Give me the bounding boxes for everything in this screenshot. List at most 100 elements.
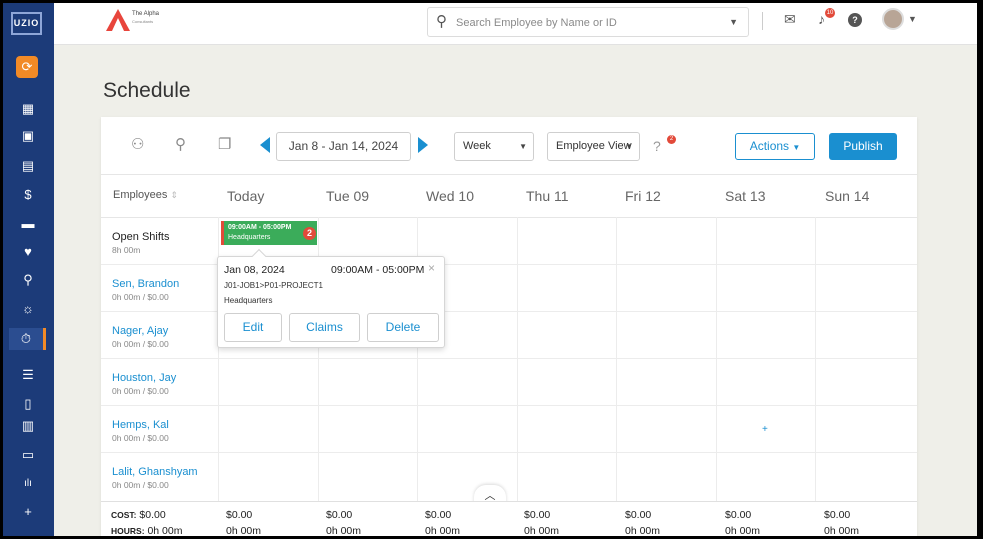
previous-week-arrow-icon[interactable]	[260, 137, 270, 153]
date-range-picker[interactable]: Jan 8 - Jan 14, 2024	[276, 132, 411, 161]
avatar[interactable]	[882, 8, 904, 30]
day-hours: 0h 00m	[824, 525, 860, 536]
wallet-icon[interactable]: ▬	[17, 213, 39, 235]
day-cost: $0.00	[625, 509, 652, 521]
heart-icon[interactable]: ♥	[17, 241, 39, 263]
popover-job: J01-JOB1>P01-PROJECT1	[224, 281, 323, 290]
grid-header: Employees ⇕ Today Tue 09 Wed 10 Thu 11 F…	[101, 174, 917, 218]
timer-icon[interactable]: ⏱	[9, 328, 46, 350]
chevron-down-icon: ▼	[519, 142, 527, 151]
open-shifts-label: Open Shifts	[112, 231, 170, 243]
employee-link[interactable]: Sen, Brandon	[112, 278, 179, 290]
divider	[762, 12, 763, 30]
employees-column-header[interactable]: Employees ⇕	[113, 189, 178, 201]
next-week-arrow-icon[interactable]	[418, 137, 428, 153]
day-header-today: Today	[227, 188, 265, 204]
add-shift-button[interactable]: +	[762, 424, 768, 435]
view-select[interactable]: Employee View ▼	[547, 132, 640, 161]
day-hours: 0h 00m	[725, 525, 761, 536]
schedule-card: ⚇ ⚲ ❐ Jan 8 - Jan 14, 2024 Week ▼ Employ…	[101, 117, 917, 536]
briefcase-icon[interactable]: ▭	[17, 444, 39, 466]
shift-popover: Jan 08, 2024 09:00AM - 05:00PM × J01-JOB…	[217, 248, 445, 348]
day-hours: 0h 00m	[326, 525, 362, 536]
contacts-icon[interactable]: ▥	[17, 415, 39, 437]
row-summary: 0h 00m / $0.00	[112, 292, 169, 302]
shift-count-badge: 2	[303, 227, 316, 240]
sidebar: UZIO ⟳ ▦ ▣ ▤ $ ▬ ♥ ⚲ ☼ ⏱ ☰ ▯ ▥ ▭ ılı +	[3, 3, 54, 536]
total-hours: HOURS: 0h 00m	[111, 525, 183, 536]
row-summary: 0h 00m / $0.00	[112, 433, 169, 443]
chevron-down-icon: ▼	[625, 142, 633, 151]
day-hours: 0h 00m	[625, 525, 661, 536]
table-row: Hemps, Kal 0h 00m / $0.00	[101, 406, 917, 453]
document-icon[interactable]: ▯	[17, 393, 39, 415]
employee-search[interactable]: ⚲ ▼	[427, 7, 749, 37]
bell-icon[interactable]: ♪	[818, 11, 825, 27]
publish-button[interactable]: Publish	[829, 133, 897, 160]
search-input[interactable]	[456, 14, 716, 32]
notification-count-badge: 10	[825, 8, 835, 18]
actions-button[interactable]: Actions ▼	[735, 133, 815, 160]
popover-location: Headquarters	[224, 296, 273, 305]
chevron-down-icon[interactable]: ▼	[908, 14, 917, 24]
employee-link[interactable]: Lalit, Ghanshyam	[112, 466, 198, 478]
row-summary: 0h 00m / $0.00	[112, 386, 169, 396]
employee-link[interactable]: Houston, Jay	[112, 372, 176, 384]
period-select-value: Week	[463, 140, 491, 152]
close-icon[interactable]: ×	[428, 261, 435, 275]
company-logo[interactable]: The Alpha Consultants	[106, 9, 166, 37]
brand-subtitle: Consultants	[132, 19, 154, 24]
payroll-dollar-icon[interactable]: $	[17, 184, 39, 206]
day-cost: $0.00	[425, 509, 452, 521]
messages-icon[interactable]: ?	[653, 138, 661, 154]
top-bar: The Alpha Consultants ⚲ ▼ ✉ ♪ 10 ? ▼	[54, 3, 977, 45]
day-header-sun: Sun 14	[825, 188, 870, 204]
day-header-wed: Wed 10	[426, 188, 474, 204]
day-header-sat: Sat 13	[725, 188, 766, 204]
page-title: Schedule	[103, 79, 191, 102]
building-icon[interactable]: ▤	[17, 155, 39, 177]
dashboard-icon[interactable]: ▦	[17, 98, 39, 120]
add-folder-icon[interactable]: +	[17, 501, 39, 523]
claims-button[interactable]: Claims	[289, 313, 360, 342]
reports-icon[interactable]: ılı	[17, 473, 39, 495]
day-header-fri: Fri 12	[625, 188, 661, 204]
uzio-logo[interactable]: UZIO	[11, 12, 42, 35]
day-hours: 0h 00m	[425, 525, 461, 536]
mail-icon[interactable]: ✉	[784, 11, 796, 28]
period-select[interactable]: Week ▼	[454, 132, 534, 161]
person-card-icon[interactable]: ▣	[17, 125, 39, 147]
checklist-icon[interactable]: ☰	[17, 364, 39, 386]
filter-user-icon[interactable]: ⚇	[131, 135, 144, 153]
shift-time: 09:00AM - 05:00PM	[228, 224, 292, 231]
day-hours: 0h 00m	[524, 525, 560, 536]
delete-button[interactable]: Delete	[367, 313, 439, 342]
day-cost: $0.00	[824, 509, 851, 521]
employee-link[interactable]: Hemps, Kal	[112, 419, 169, 431]
day-header-thu: Thu 11	[526, 188, 569, 204]
popover-time: 09:00AM - 05:00PM	[331, 264, 425, 276]
day-header-tue: Tue 09	[326, 188, 370, 204]
app-frame: UZIO ⟳ ▦ ▣ ▤ $ ▬ ♥ ⚲ ☼ ⏱ ☰ ▯ ▥ ▭ ılı + T…	[3, 3, 977, 536]
edit-button[interactable]: Edit	[224, 313, 282, 342]
chevron-down-icon: ▼	[792, 143, 801, 152]
row-summary: 0h 00m / $0.00	[112, 339, 169, 349]
day-hours: 0h 00m	[226, 525, 262, 536]
table-row: Houston, Jay 0h 00m / $0.00	[101, 359, 917, 406]
day-cost: $0.00	[226, 509, 253, 521]
messages-count-badge: 2	[667, 135, 676, 144]
sort-icon: ⇕	[170, 190, 179, 200]
table-row: Lalit, Ghanshyam 0h 00m / $0.00	[101, 453, 917, 500]
help-icon[interactable]: ?	[848, 13, 862, 27]
user-search-icon[interactable]: ⚲	[17, 269, 39, 291]
chevron-down-icon[interactable]: ▼	[729, 17, 738, 27]
search-icon[interactable]: ⚲	[175, 135, 186, 153]
day-cost: $0.00	[524, 509, 551, 521]
open-shift-chip[interactable]: 09:00AM - 05:00PM Headquarters 2	[221, 221, 317, 245]
sync-icon[interactable]: ⟳	[16, 56, 38, 78]
copy-icon[interactable]: ❐	[218, 135, 231, 153]
beach-icon[interactable]: ☼	[17, 298, 39, 320]
row-summary: 8h 00m	[112, 245, 141, 255]
employee-link[interactable]: Nager, Ajay	[112, 325, 168, 337]
shift-location: Headquarters	[228, 234, 271, 241]
